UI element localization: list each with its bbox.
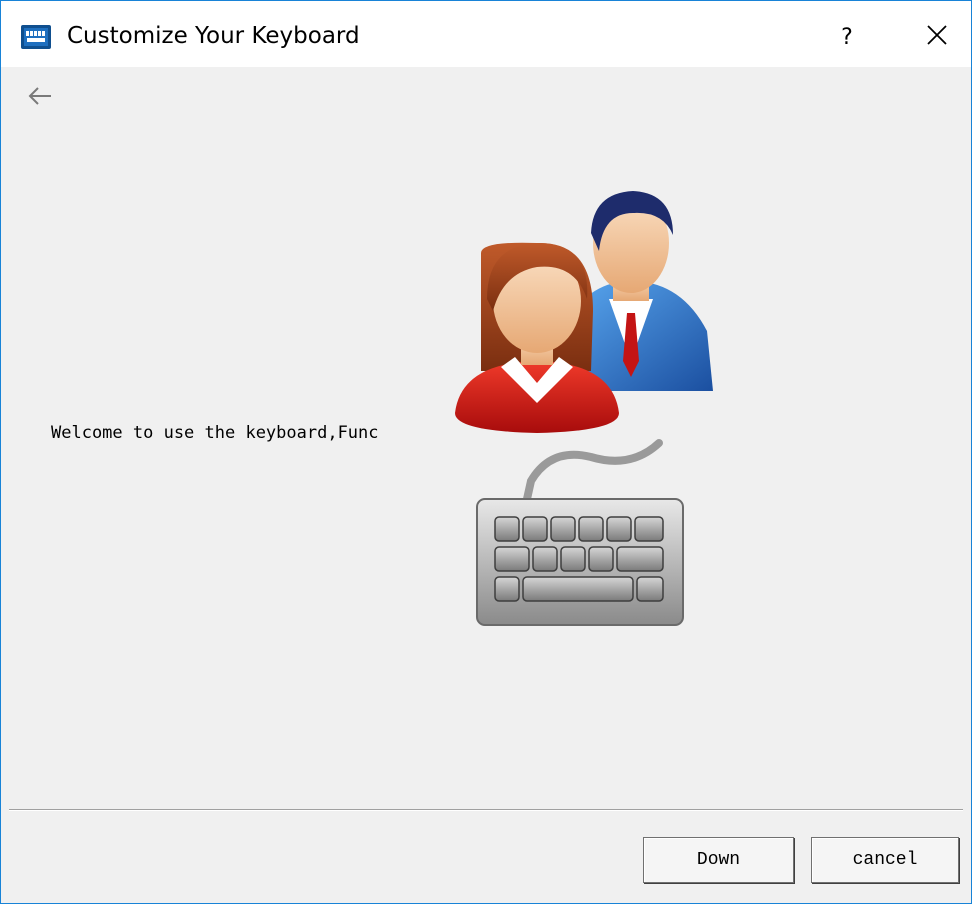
cancel-button[interactable]: cancel (811, 837, 959, 883)
users-keyboard-illustration (441, 181, 731, 641)
help-button[interactable]: ? (829, 17, 865, 57)
title-bar[interactable]: Customize Your Keyboard ? (1, 1, 971, 67)
keyboard-app-icon (21, 25, 51, 49)
welcome-text: Welcome to use the keyboard,Func (51, 423, 379, 443)
back-button[interactable] (25, 85, 55, 111)
close-button[interactable] (915, 17, 959, 57)
footer-separator (9, 809, 963, 811)
window-title: Customize Your Keyboard (67, 23, 360, 49)
close-icon (926, 24, 948, 51)
dialog-window: Customize Your Keyboard ? Welcome to use… (0, 0, 972, 904)
arrow-left-icon (27, 86, 53, 111)
down-button[interactable]: Down (643, 837, 794, 883)
